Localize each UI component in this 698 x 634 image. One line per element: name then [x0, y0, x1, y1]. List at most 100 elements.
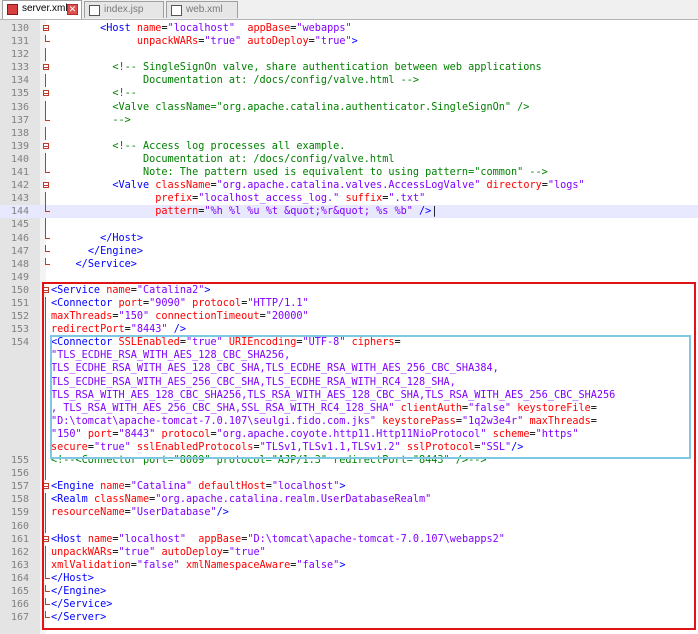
fold-end-marker [45, 113, 50, 121]
fold-collapse-icon[interactable] [43, 182, 49, 189]
code-editor[interactable]: 130 <Host name="localhost" appBase="weba… [0, 22, 698, 624]
code-line[interactable]: 149 [0, 271, 698, 284]
code-text: </Host> [51, 232, 698, 245]
fold-collapse-icon[interactable] [43, 64, 49, 71]
tab-server-xml[interactable]: server.xml ✕ [2, 0, 82, 19]
code-token: "false" [468, 402, 512, 414]
line-number: 156 [10, 468, 29, 480]
code-line[interactable]: 139 <!-- Access log processes all exampl… [0, 140, 698, 153]
code-line[interactable]: 147 </Engine> [0, 244, 698, 258]
code-token: = [590, 415, 597, 427]
code-text: </Service> [51, 258, 698, 271]
code-line[interactable]: 143 prefix="localhost_access_log." suffi… [0, 192, 698, 206]
code-token: appBase [247, 23, 291, 34]
code-token: "9090" [149, 297, 186, 309]
line-number: 146 [10, 232, 29, 244]
code-line[interactable]: 155 <!--<Connector port="8009" protocol="… [0, 454, 698, 468]
code-line[interactable]: 146 </Host> [0, 231, 698, 245]
code-token: <Valve [112, 180, 156, 192]
code-line[interactable]: 156 [0, 467, 698, 481]
code-line[interactable]: 133 <!-- SingleSignOn valve, share authe… [0, 61, 698, 74]
code-line[interactable]: 150 <Service name="Catalina2"> [0, 284, 698, 297]
fold-collapse-icon[interactable] [43, 483, 49, 490]
code-text: <Engine name="Catalina" defaultHost="loc… [51, 480, 698, 493]
code-line[interactable]: 165 </Engine> [0, 585, 698, 598]
fold-end-marker [45, 35, 50, 43]
code-line[interactable]: 144 pattern="%h %l %u %t &quot;%r&quot; … [0, 205, 698, 219]
code-text: maxThreads="150" connectionTimeout="2000… [51, 310, 698, 323]
code-line[interactable]: 142 <Valve className="org.apache.catalin… [0, 179, 698, 192]
code-line[interactable]: 158 <Realm className="org.apache.catalina… [0, 493, 698, 507]
fold-collapse-icon[interactable] [43, 286, 49, 293]
code-token: name [100, 481, 125, 493]
code-token: <!--<Connector port="8009" protocol="AJP… [51, 455, 487, 467]
code-text: --> [51, 114, 698, 127]
code-token: /> [419, 206, 432, 218]
code-token: "logs" [547, 180, 585, 192]
line-number: 133 [10, 62, 29, 74]
code-text: "D:\tomcat\apache-tomcat-7.0.107\seulgi.… [51, 415, 698, 428]
code-line[interactable]: 148 </Service> [0, 257, 698, 271]
code-line[interactable]: 153 redirectPort="8443" /> [0, 323, 698, 337]
code-text: Documentation at: /docs/config/valve.htm… [51, 153, 698, 166]
code-line[interactable]: , TLS_RSA_WITH_AES_256_CBC_SHA,SSL_RSA_W… [0, 401, 698, 415]
code-text: secure="true" sslEnabledProtocols="TLSv1… [51, 441, 698, 454]
line-number: 139 [10, 140, 29, 152]
code-token: TLS_RSA_WITH_AES_128_CBC_SHA256,TLS_RSA_… [51, 389, 616, 401]
tab-web-xml[interactable]: web.xml [166, 1, 238, 18]
fold-collapse-icon[interactable] [43, 142, 49, 149]
code-token: ciphers [351, 337, 395, 349]
code-line[interactable]: 152 maxThreads="150" connectionTimeout="2… [0, 310, 698, 324]
code-line[interactable]: 157 <Engine name="Catalina" defaultHost="… [0, 480, 698, 493]
code-line[interactable]: 163 xmlValidation="false" xmlNamespaceAwa… [0, 558, 698, 572]
fold-end-marker [45, 231, 50, 239]
code-line[interactable]: secure="true" sslEnabledProtocols="TLSv1… [0, 441, 698, 455]
code-line[interactable]: "TLS_ECDHE_RSA_WITH_AES_128_CBC_SHA256, [0, 349, 698, 363]
code-line[interactable]: 130 <Host name="localhost" appBase="weba… [0, 22, 698, 35]
fold-collapse-icon[interactable] [43, 535, 49, 542]
line-number: 155 [10, 455, 29, 467]
close-icon[interactable]: ✕ [67, 4, 78, 15]
line-number: 135 [10, 88, 29, 100]
code-line[interactable]: 136 <Valve className="org.apache.catalin… [0, 100, 698, 114]
code-line[interactable]: 135 <!-- [0, 87, 698, 100]
code-line[interactable]: 138 [0, 126, 698, 140]
code-line[interactable]: "150" port="8443" protocol="org.apache.c… [0, 427, 698, 441]
code-line[interactable]: 164 </Host> [0, 571, 698, 585]
fold-line [45, 192, 46, 206]
line-number: 152 [10, 311, 29, 323]
code-line[interactable]: 131 unpackWARs="true" autoDeploy="true"> [0, 35, 698, 48]
line-number: 160 [10, 520, 29, 532]
code-line[interactable]: "D:\tomcat\apache-tomcat-7.0.107\seulgi.… [0, 414, 698, 428]
fold-collapse-icon[interactable] [43, 90, 49, 97]
code-token: resourceName [51, 507, 125, 519]
code-line[interactable]: 166 </Service> [0, 598, 698, 611]
code-token: <Realm [51, 494, 94, 506]
fold-line [45, 336, 46, 350]
code-line[interactable]: 137 --> [0, 113, 698, 127]
code-line[interactable]: 161 <Host name="localhost" appBase="D:\to… [0, 533, 698, 546]
code-line[interactable]: 160 [0, 519, 698, 533]
code-line[interactable]: 145 [0, 218, 698, 232]
code-line[interactable]: 132 [0, 48, 698, 62]
code-line[interactable]: TLS_ECDHE_RSA_WITH_AES_128_CBC_SHA,TLS_E… [0, 362, 698, 376]
code-line[interactable]: TLS_ECDHE_RSA_WITH_AES_256_CBC_SHA,TLS_E… [0, 375, 698, 389]
tab-index-jsp[interactable]: index.jsp [84, 1, 164, 18]
fold-line [45, 100, 46, 114]
code-line[interactable]: 154 <Connector SSLEnabled = "true" URIEncod… [0, 336, 698, 350]
code-line[interactable]: 162 unpackWARs="true" autoDeploy="true" [0, 545, 698, 559]
fold-collapse-icon[interactable] [43, 25, 49, 31]
code-line[interactable]: 167 </Server> [0, 611, 698, 624]
code-text: prefix="localhost_access_log." suffix=".… [51, 192, 698, 205]
code-line[interactable]: 159 resourceName="UserDatabase"/> [0, 506, 698, 520]
line-number: 158 [10, 494, 29, 506]
code-token: TLS_ECDHE_RSA_WITH_AES_256_CBC_SHA,TLS_E… [51, 376, 456, 388]
code-line[interactable]: 140 Documentation at: /docs/config/valve… [0, 152, 698, 167]
code-line[interactable]: 151 <Connector port="9090" protocol="HTTP… [0, 296, 698, 311]
code-line[interactable]: TLS_RSA_WITH_AES_128_CBC_SHA256,TLS_RSA_… [0, 388, 698, 402]
code-line[interactable]: 134 Documentation at: /docs/config/valve… [0, 74, 698, 88]
line-number: 147 [10, 245, 29, 257]
code-line[interactable]: 141 Note: The pattern used is equivalent… [0, 166, 698, 179]
